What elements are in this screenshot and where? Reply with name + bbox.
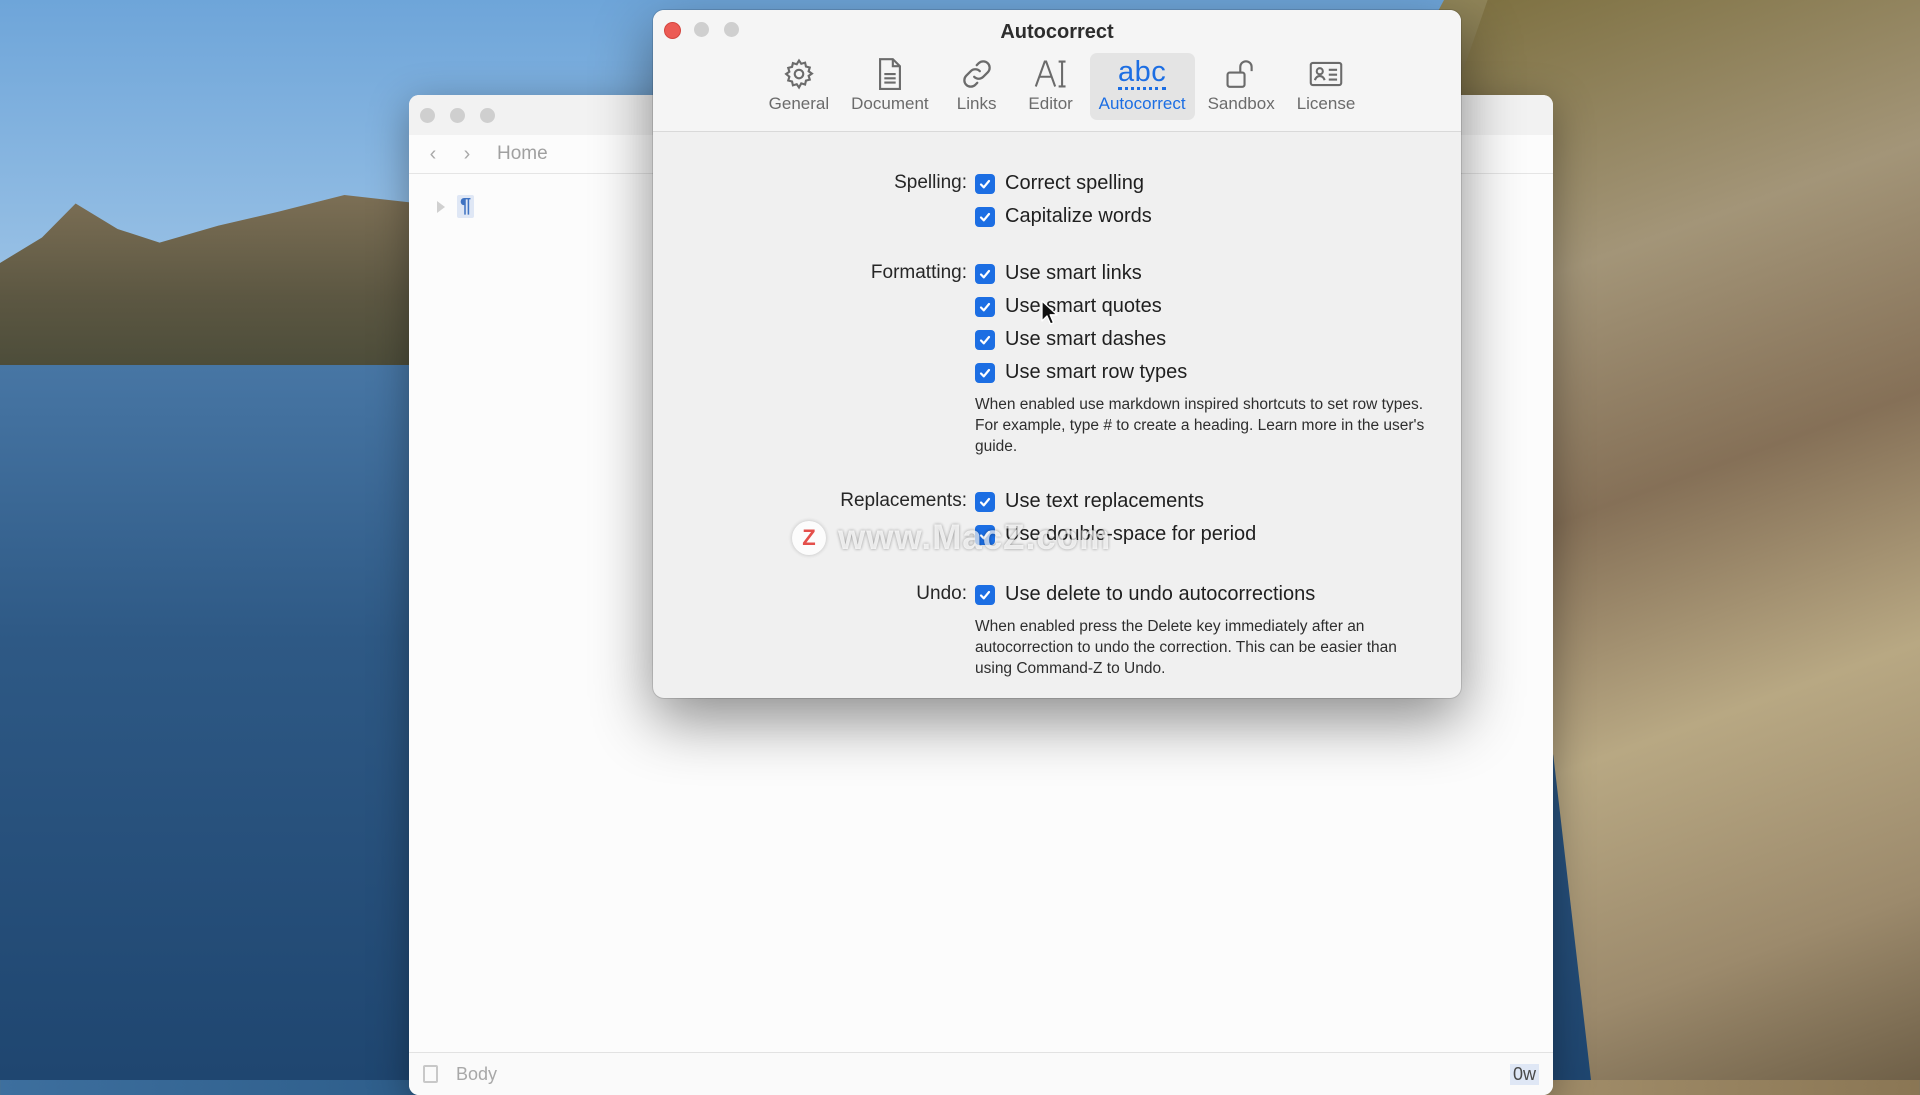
checkbox-checked-icon[interactable] (975, 362, 995, 383)
correct-spelling-checkbox[interactable]: Correct spelling (975, 172, 1144, 195)
outline-row[interactable]: ¶ (437, 195, 475, 218)
watermark-logo: Z (792, 521, 826, 555)
tab-links[interactable]: Links (942, 53, 1012, 120)
watermark-text: www.MacZ.com (838, 518, 1112, 557)
option-label: Capitalize words (1005, 205, 1152, 227)
gear-icon (782, 56, 816, 92)
text-replacements-checkbox[interactable]: Use text replacements (975, 490, 1204, 513)
unlock-icon (1224, 56, 1258, 92)
tab-sandbox[interactable]: Sandbox (1199, 53, 1284, 120)
breadcrumb[interactable]: Home (497, 143, 548, 165)
option-label: Use smart row types (1005, 361, 1188, 383)
spelling-label: Spelling: (894, 172, 967, 193)
abc-glyph: abc (1117, 56, 1167, 90)
option-label: Use text replacements (1005, 490, 1204, 512)
formatting-label: Formatting: (870, 262, 967, 283)
option-label: Use delete to undo autocorrections (1005, 583, 1316, 605)
preferences-tabs: General Document Links Editor abc Autoco… (653, 53, 1461, 120)
text-cursor-icon (1033, 56, 1069, 92)
checkbox-checked-icon[interactable] (975, 584, 995, 605)
watermark: Z www.MacZ.com (792, 518, 1111, 558)
tab-label: General (768, 94, 830, 113)
tab-license[interactable]: License (1288, 53, 1365, 120)
preferences-titlebar: Autocorrect General Document Links Edito… (653, 10, 1461, 132)
chevron-left-icon[interactable]: ‹ (423, 143, 443, 166)
smart-quotes-checkbox[interactable]: Use smart quotes (975, 295, 1162, 318)
smart-row-types-checkbox[interactable]: Use smart row types (975, 361, 1187, 384)
capitalize-words-checkbox[interactable]: Capitalize words (975, 205, 1152, 228)
tab-autocorrect[interactable]: abc Autocorrect (1089, 53, 1195, 120)
checkbox-checked-icon[interactable] (975, 296, 995, 317)
checkbox-checked-icon[interactable] (975, 263, 995, 284)
undo-help-text: When enabled press the Delete key immedi… (975, 618, 1397, 677)
formatting-help-text: When enabled use markdown inspired short… (975, 396, 1425, 455)
document-icon[interactable] (423, 1065, 438, 1083)
window-title: Autocorrect (1000, 21, 1114, 43)
status-bar: Body 0w (409, 1052, 1553, 1095)
smart-links-checkbox[interactable]: Use smart links (975, 262, 1142, 285)
checkbox-checked-icon[interactable] (975, 173, 995, 194)
smart-dashes-checkbox[interactable]: Use smart dashes (975, 328, 1166, 351)
tab-label: Links (956, 94, 997, 113)
checkbox-checked-icon[interactable] (975, 206, 995, 227)
link-icon (960, 56, 994, 92)
delete-undo-checkbox[interactable]: Use delete to undo autocorrections (975, 583, 1315, 606)
checkbox-checked-icon[interactable] (975, 329, 995, 350)
option-label: Use smart dashes (1005, 328, 1167, 350)
tab-label: License (1296, 94, 1356, 113)
option-label: Correct spelling (1005, 172, 1144, 194)
checkbox-checked-icon[interactable] (975, 491, 995, 512)
tab-label: Editor (1028, 94, 1073, 113)
tab-editor[interactable]: Editor (1016, 53, 1086, 120)
replacements-label: Replacements: (840, 490, 967, 511)
option-label: Use smart links (1005, 262, 1142, 284)
preferences-window: Autocorrect General Document Links Edito… (653, 10, 1461, 698)
autocorrect-pane: Spelling: Correct spelling Capitalize wo… (653, 132, 1461, 698)
abc-icon: abc (1117, 56, 1167, 92)
chevron-right-icon[interactable]: › (457, 143, 477, 166)
pilcrow-icon: ¶ (457, 195, 475, 218)
undo-label: Undo: (916, 583, 967, 604)
doc-close-button[interactable] (420, 108, 435, 123)
doc-zoom-button[interactable] (480, 108, 495, 123)
tab-general[interactable]: General (760, 53, 838, 120)
document-icon (875, 56, 905, 92)
row-style-label[interactable]: Body (456, 1064, 497, 1085)
word-count[interactable]: 0w (1509, 1063, 1539, 1085)
mouse-cursor-icon (1041, 300, 1058, 325)
id-card-icon (1308, 56, 1344, 92)
disclosure-triangle-icon[interactable] (437, 200, 445, 213)
tab-label: Autocorrect (1098, 94, 1186, 113)
tab-label: Document (851, 94, 929, 113)
tab-document[interactable]: Document (842, 53, 937, 120)
tab-label: Sandbox (1207, 94, 1275, 113)
option-label: Use smart quotes (1005, 295, 1162, 317)
doc-minimize-button[interactable] (450, 108, 465, 123)
